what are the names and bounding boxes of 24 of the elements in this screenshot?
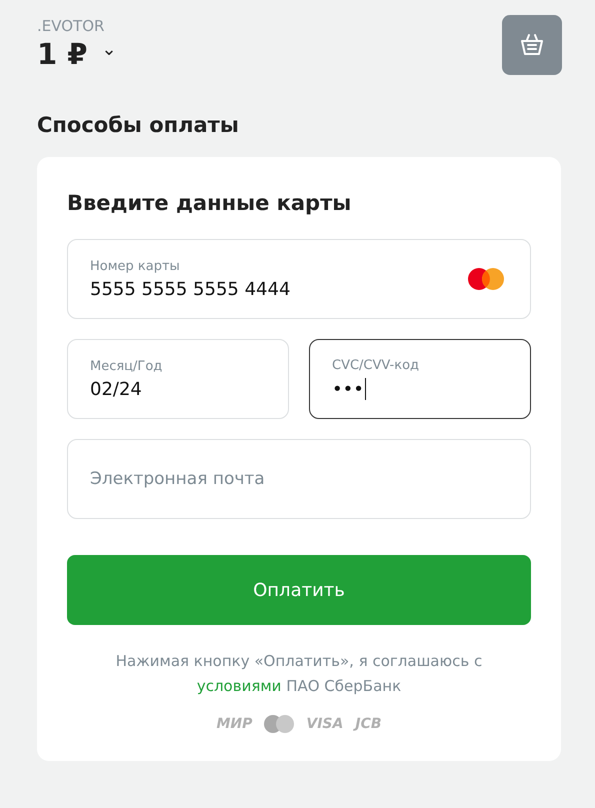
text-cursor xyxy=(364,378,366,400)
terms-text: Нажимая кнопку «Оплатить», я соглашаюсь с условиями ПАО СберБанк xyxy=(114,651,484,697)
section-title: Способы оплаты xyxy=(37,113,240,137)
field-value: 02/24 xyxy=(90,378,142,400)
field-value: ••• xyxy=(332,378,364,400)
email-field[interactable]: Электронная почта xyxy=(67,439,531,519)
payment-logo: VISA xyxy=(306,716,344,732)
field-value: 5555 5555 5555 4444 xyxy=(90,278,290,300)
field-label: CVC/CVV-код xyxy=(332,358,420,373)
caret-icon[interactable]: ⌄ xyxy=(101,41,117,59)
payment-logo: МИР xyxy=(216,716,252,732)
mastercard-icon xyxy=(264,715,294,733)
field-label: Номер карты xyxy=(90,258,181,274)
basket-icon xyxy=(519,32,545,58)
input-field[interactable]: Номер карты 5555 5555 5555 4444 xyxy=(67,239,531,319)
mastercard-icon xyxy=(468,268,504,290)
input-field[interactable]: Месяц/Год 02/24 xyxy=(67,339,289,419)
input-field[interactable]: CVC/CVV-код ••• xyxy=(309,339,531,419)
payment-logo: JCB xyxy=(355,716,382,732)
form-title: Введите данные карты xyxy=(67,191,352,215)
basket-button[interactable] xyxy=(502,15,562,75)
merchant-name: .EVOTOR xyxy=(37,17,106,35)
field-label: Месяц/Год xyxy=(90,358,162,374)
amount: 1 ₽ xyxy=(37,37,88,71)
